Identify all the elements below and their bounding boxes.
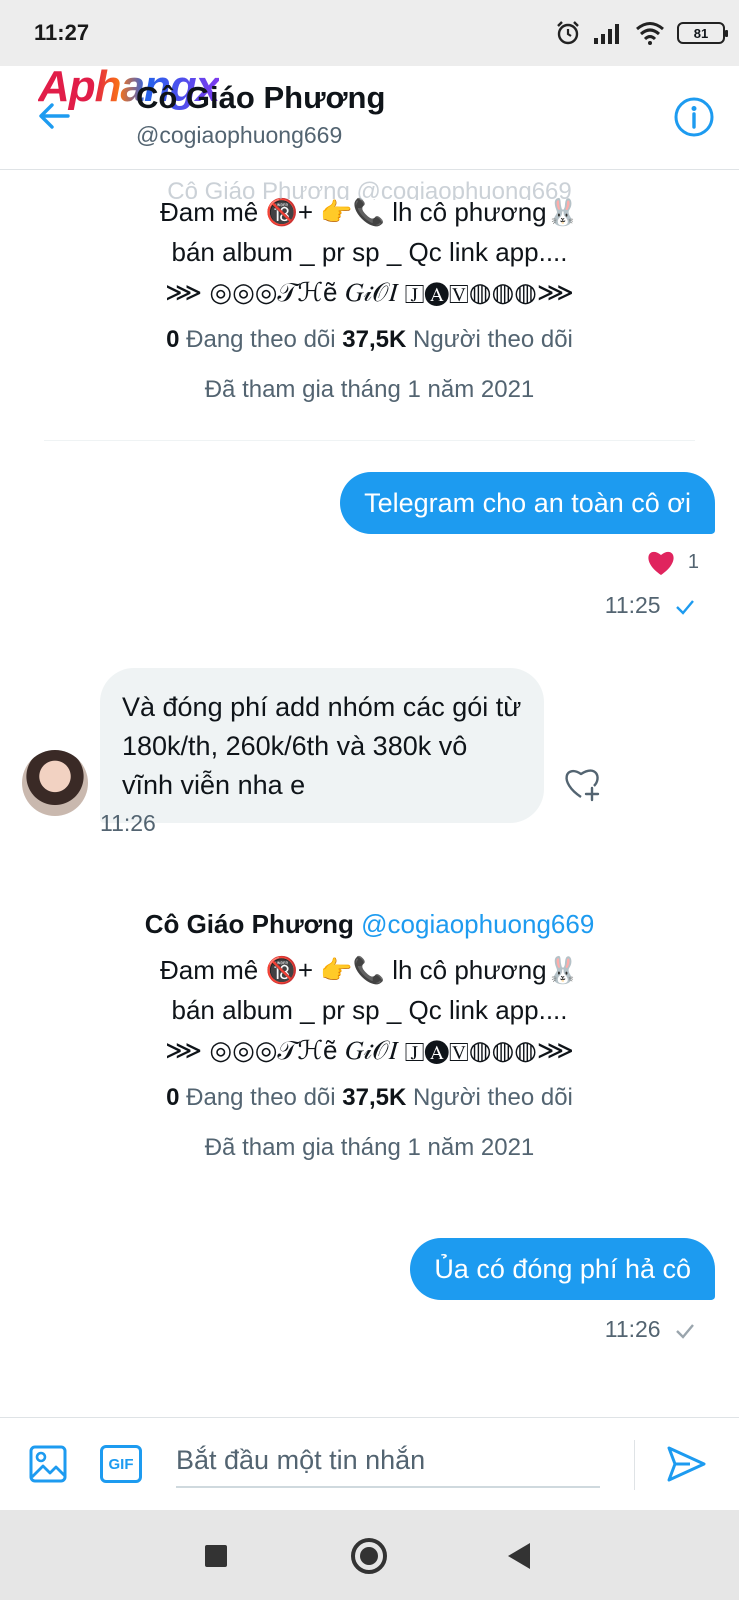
- avatar[interactable]: [22, 750, 88, 816]
- system-back-button[interactable]: [508, 1543, 530, 1569]
- message-bubble-outgoing[interactable]: Telegram cho an toàn cô ơi: [340, 472, 715, 534]
- message-bubble-outgoing[interactable]: Ủa có đóng phí hả cô: [410, 1238, 715, 1300]
- profile-stats: 0 Đang theo dõi 37,5K Người theo dõi: [0, 322, 739, 358]
- info-icon[interactable]: [673, 96, 715, 138]
- status-icons: 81: [555, 20, 728, 46]
- profile-bio-line: ⋙ ◎◎◎𝒯ℋẽ 𝐺𝒾𝒪𝐼 🄹🅐🅅◍◍◍⋙: [165, 277, 574, 307]
- conversation-header: Aphangx Cô Giáo Phương @cogiaophuong669: [0, 62, 739, 170]
- profile-card-name-line-cut: Cô Giáo Phương @cogiaophuong669: [167, 178, 572, 200]
- signal-icon: [594, 24, 619, 44]
- profile-joined: Đã tham gia tháng 1 năm 2021: [204, 1134, 535, 1161]
- profile-card: Cô Giáo Phương @cogiaophuong669 Đam mê 🔞…: [0, 904, 739, 1166]
- following-count: 0: [166, 326, 180, 353]
- gif-button[interactable]: GIF: [100, 1445, 142, 1483]
- status-time: 11:27: [34, 20, 90, 45]
- message-list[interactable]: Cô Giáo Phương @cogiaophuong669 Đam mê 🔞…: [0, 170, 739, 1417]
- send-icon[interactable]: [664, 1442, 708, 1486]
- contact-handle[interactable]: @cogiaophuong669: [136, 122, 342, 149]
- recents-button[interactable]: [205, 1545, 227, 1567]
- divider: [634, 1440, 635, 1490]
- profile-joined: Đã tham gia tháng 1 năm 2021: [204, 376, 535, 403]
- followers-label: Người theo dõi: [412, 326, 573, 353]
- following-count: 0: [166, 1084, 180, 1111]
- check-icon: [676, 600, 694, 615]
- wifi-icon: [636, 22, 664, 45]
- status-bar: 11:27 81: [0, 0, 739, 66]
- profile-card: Cô Giáo Phương @cogiaophuong669 Đam mê 🔞…: [0, 178, 739, 408]
- image-icon[interactable]: [28, 1444, 68, 1484]
- message-time: 11:25: [605, 592, 695, 619]
- followers-count: 37,5K: [342, 1084, 407, 1111]
- heart-icon: [648, 551, 674, 575]
- followers-label: Người theo dõi: [412, 1084, 573, 1111]
- message-time: 11:26: [100, 810, 156, 836]
- profile-bio-line: bán album _ pr sp _ Qc link app....: [171, 995, 568, 1025]
- home-button[interactable]: [351, 1538, 387, 1574]
- contact-name[interactable]: Cô Giáo Phương: [136, 80, 385, 116]
- composer-bar: GIF: [0, 1417, 739, 1510]
- battery-icon: 81: [677, 22, 728, 44]
- followers-count: 37,5K: [342, 326, 407, 353]
- following-label: Đang theo dõi: [186, 326, 336, 353]
- following-label: Đang theo dõi: [186, 1084, 336, 1111]
- message-input[interactable]: [176, 1434, 600, 1488]
- message-bubble-incoming[interactable]: Và đóng phí add nhóm các gói từ 180k/th,…: [100, 668, 544, 823]
- profile-bio-line: Đam mê 🔞+ 👉📞 lh cô phương🐰: [159, 955, 580, 985]
- message-time: 11:26: [605, 1316, 695, 1343]
- reaction-count: 1: [687, 550, 699, 573]
- reaction[interactable]: 1: [646, 548, 699, 576]
- profile-name[interactable]: Cô Giáo Phương: [145, 909, 354, 939]
- profile-handle[interactable]: @cogiaophuong669: [361, 909, 594, 939]
- profile-stats: 0 Đang theo dõi 37,5K Người theo dõi: [0, 1080, 739, 1116]
- alarm-icon: [557, 21, 579, 45]
- divider: [44, 440, 695, 441]
- profile-bio-line: bán album _ pr sp _ Qc link app....: [171, 237, 568, 267]
- check-icon: [676, 1324, 694, 1339]
- heart-plus-icon[interactable]: [562, 764, 602, 802]
- profile-bio-line: ⋙ ◎◎◎𝒯ℋẽ 𝐺𝒾𝒪𝐼 🄹🅐🅅◍◍◍⋙: [165, 1035, 574, 1065]
- system-nav-bar: [0, 1510, 739, 1600]
- profile-card-name-line: Cô Giáo Phương @cogiaophuong669: [0, 904, 739, 944]
